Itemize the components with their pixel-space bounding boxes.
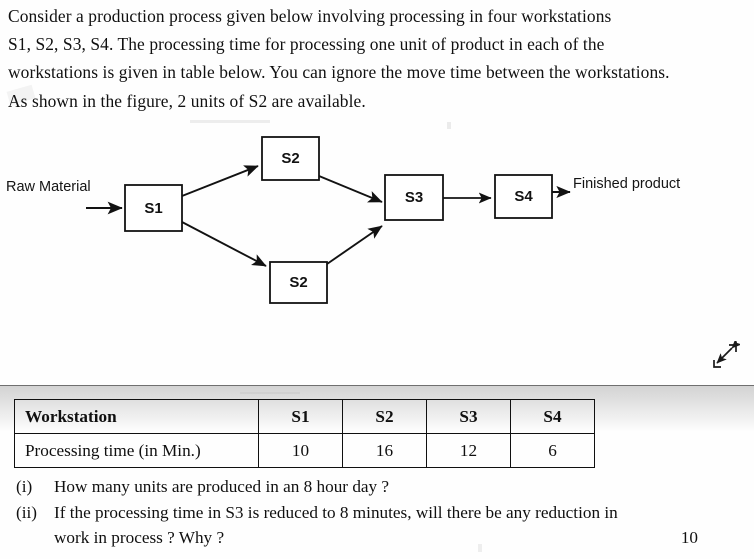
table-header-s2: S2 bbox=[342, 399, 427, 434]
cell-s4-time: 6 bbox=[510, 433, 595, 468]
table-header-workstation: Workstation bbox=[14, 399, 259, 434]
arrow-s1-to-s2-bottom bbox=[181, 221, 267, 267]
questions-list: (i) How many units are produced in an 8 … bbox=[16, 474, 716, 551]
intro-line-4: As shown in the figure, 2 units of S2 ar… bbox=[8, 90, 366, 111]
node-s4-label: S4 bbox=[514, 188, 533, 205]
section-divider bbox=[0, 385, 754, 386]
finished-product-label: Finished product bbox=[573, 176, 680, 192]
intro-line-2: S1, S2, S3, S4. The processing time for … bbox=[8, 34, 605, 55]
marks-value: 10 bbox=[680, 528, 698, 547]
question-number-i: (i) bbox=[16, 477, 33, 496]
arrow-s2-top-to-s3 bbox=[318, 175, 383, 203]
scanned-page: Consider a production process given belo… bbox=[0, 0, 754, 559]
node-s1-label: S1 bbox=[144, 200, 162, 217]
arrow-s2-bottom-to-s3 bbox=[326, 225, 383, 265]
node-s2-top-label: S2 bbox=[281, 150, 299, 167]
table-header-s3: S3 bbox=[426, 399, 511, 434]
arrow-s1-to-s2-top bbox=[181, 165, 259, 197]
process-flow-diagram: Raw Material S1 S2 S2 S3 S4 Finished pro… bbox=[0, 118, 754, 343]
intro-line-1: Consider a production process given belo… bbox=[8, 6, 612, 26]
cell-s1-time: 10 bbox=[258, 433, 343, 468]
table-header-s1: S1 bbox=[258, 399, 343, 434]
row-label-processing-time: Processing time (in Min.) bbox=[14, 433, 259, 468]
raw-material-label: Raw Material bbox=[6, 179, 91, 195]
question-text-ii-line2: work in process ? Why ? bbox=[54, 528, 225, 547]
processing-time-table: Workstation S1 S2 S3 S4 Processing time … bbox=[14, 399, 595, 468]
scan-artifact bbox=[240, 392, 300, 394]
node-s2-bottom-label: S2 bbox=[289, 274, 307, 291]
node-s3-label: S3 bbox=[405, 189, 423, 206]
intro-line-3: workstations is given in table below. Yo… bbox=[8, 62, 670, 83]
question-ii-continuation: work in process ? Why ? 10 bbox=[16, 525, 716, 551]
question-text-i: How many units are produced in an 8 hour… bbox=[54, 477, 390, 496]
resize-diagonal-icon[interactable] bbox=[710, 338, 742, 371]
table-row: Processing time (in Min.) 10 16 12 6 bbox=[14, 433, 595, 468]
question-item-i: (i) How many units are produced in an 8 … bbox=[16, 474, 716, 500]
table-row-header: Workstation S1 S2 S3 S4 bbox=[14, 399, 595, 434]
question-item-ii: (ii) If the processing time in S3 is red… bbox=[16, 500, 716, 526]
question-number-ii: (ii) bbox=[16, 502, 37, 522]
question-text-ii: If the processing time in S3 is reduced … bbox=[54, 502, 618, 522]
cell-s2-time: 16 bbox=[342, 433, 427, 468]
intro-paragraph: Consider a production process given belo… bbox=[8, 2, 708, 115]
cell-s3-time: 12 bbox=[426, 433, 511, 468]
table-header-s4: S4 bbox=[510, 399, 595, 434]
